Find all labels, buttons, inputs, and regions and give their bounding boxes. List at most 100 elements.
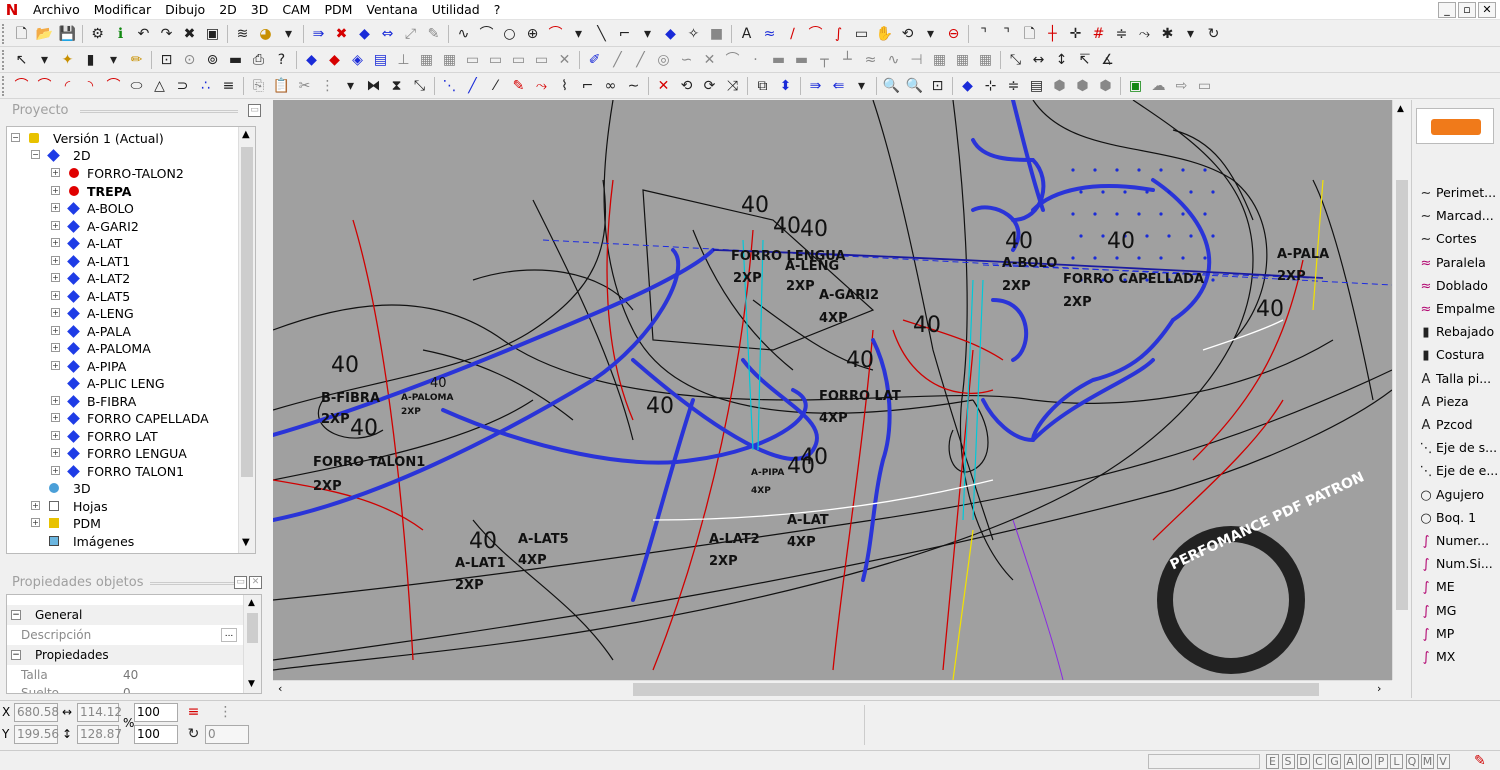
- needle-icon[interactable]: ✐: [583, 49, 606, 71]
- preview-thumbnail[interactable]: [1416, 108, 1494, 144]
- scroll-thumb[interactable]: [1396, 180, 1408, 610]
- angle-icon[interactable]: ∡: [1096, 49, 1119, 71]
- scissors-icon[interactable]: ✂: [293, 75, 316, 97]
- ruler-icon[interactable]: ⁄: [484, 75, 507, 97]
- tool-item[interactable]: ≈ Empalme: [1416, 298, 1500, 320]
- spline-icon[interactable]: ∿: [452, 23, 475, 45]
- cut-piece-icon[interactable]: ✖: [330, 23, 353, 45]
- property-descripcion[interactable]: Descripción ...: [7, 625, 243, 645]
- select-arrow-icon[interactable]: ↖: [10, 49, 33, 71]
- tool-item[interactable]: ∫ MP: [1416, 623, 1500, 645]
- status-flag[interactable]: M: [1421, 754, 1434, 769]
- bar2-icon[interactable]: ┴: [836, 49, 859, 71]
- round-corner-icon[interactable]: ◜: [56, 75, 79, 97]
- grid3-icon[interactable]: ▦: [928, 49, 951, 71]
- transform2-icon[interactable]: ⤨: [721, 75, 744, 97]
- tool-item[interactable]: ○ Boq. 1: [1416, 507, 1500, 529]
- canvas-horizontal-scrollbar[interactable]: ‹ ›: [273, 680, 1392, 698]
- fillet-tool-icon[interactable]: ⌒: [10, 75, 33, 97]
- frame-icon[interactable]: ▭: [461, 49, 484, 71]
- tool-item[interactable]: ∼ Marcad...: [1416, 205, 1500, 227]
- toolbar-grip[interactable]: [2, 49, 8, 70]
- scale-icon[interactable]: ⤢: [399, 23, 422, 45]
- snap-icon[interactable]: ✧: [682, 23, 705, 45]
- status-flag[interactable]: O: [1359, 754, 1372, 769]
- tangent-arc-icon[interactable]: ⌒: [102, 75, 125, 97]
- corner-icon[interactable]: ⌝: [972, 23, 995, 45]
- height-icon[interactable]: ↕: [1050, 49, 1073, 71]
- trim-icon[interactable]: ┼: [1041, 23, 1064, 45]
- expand-icon[interactable]: +: [51, 168, 60, 177]
- frame2-icon[interactable]: ▭: [484, 49, 507, 71]
- toolbar-grip[interactable]: [2, 23, 8, 44]
- up-down-icon[interactable]: ⬍: [774, 75, 797, 97]
- arrow-piece-icon[interactable]: ⇛: [804, 75, 827, 97]
- pen-icon[interactable]: ∕: [781, 23, 804, 45]
- rotate-icon[interactable]: ↻: [182, 723, 205, 745]
- seam-tool-icon[interactable]: ⤳: [530, 75, 553, 97]
- wave2-icon[interactable]: ≈: [859, 49, 882, 71]
- dropdown-arrow-icon[interactable]: ▾: [567, 23, 590, 45]
- dash2-icon[interactable]: ▬: [790, 49, 813, 71]
- ellipsis-button[interactable]: ...: [221, 628, 237, 642]
- dropdown-arrow-icon[interactable]: ▾: [850, 75, 873, 97]
- scroll-left-icon[interactable]: ‹: [278, 682, 282, 695]
- layers-icon[interactable]: ≋: [231, 23, 254, 45]
- flip-v-icon[interactable]: ⧗: [385, 75, 408, 97]
- status-flag[interactable]: V: [1436, 754, 1450, 769]
- menu-help[interactable]: ?: [487, 0, 508, 20]
- print-icon[interactable]: ⎙: [247, 49, 270, 71]
- menu-modificar[interactable]: Modificar: [87, 0, 158, 20]
- curve-red-icon[interactable]: ⌒: [544, 23, 567, 45]
- canvas-vertical-scrollbar[interactable]: ▲: [1392, 100, 1410, 680]
- palette-icon[interactable]: ◕: [254, 23, 277, 45]
- rotate-left-icon[interactable]: ⟲: [675, 75, 698, 97]
- panel-pin-icon[interactable]: ▭: [234, 576, 247, 589]
- expand-icon[interactable]: +: [51, 465, 60, 475]
- curve3-icon[interactable]: ∿: [882, 49, 905, 71]
- dash-icon[interactable]: ▬: [767, 49, 790, 71]
- frame4-icon[interactable]: ▭: [530, 49, 553, 71]
- refresh-icon[interactable]: ↻: [1202, 23, 1225, 45]
- menu-3d[interactable]: 3D: [244, 0, 276, 20]
- expand-icon[interactable]: +: [51, 343, 60, 352]
- dropdown-arrow-icon[interactable]: ▾: [33, 49, 56, 71]
- rectangle-icon[interactable]: ▭: [850, 23, 873, 45]
- bar-icon[interactable]: ┬: [813, 49, 836, 71]
- scroll-thumb[interactable]: [633, 683, 1319, 696]
- flip-h-icon[interactable]: ⧓: [362, 75, 385, 97]
- expand-icon[interactable]: +: [51, 430, 60, 440]
- help-icon[interactable]: ?: [270, 49, 293, 71]
- angle-field[interactable]: 0: [205, 725, 249, 744]
- loop-icon[interactable]: ∞: [599, 75, 622, 97]
- panel-icon[interactable]: ▤: [1025, 75, 1048, 97]
- scroll-up-icon[interactable]: ▲: [242, 129, 250, 140]
- duplicate-icon[interactable]: ⧉: [751, 75, 774, 97]
- expand-icon[interactable]: +: [51, 360, 60, 370]
- tool-item[interactable]: ▮ Costura: [1416, 344, 1500, 366]
- menu-dibujo[interactable]: Dibujo: [158, 0, 212, 20]
- copy-icon[interactable]: ⎘: [247, 75, 270, 97]
- status-flag[interactable]: G: [1328, 754, 1341, 769]
- piece-diamond-icon[interactable]: ◆: [353, 23, 376, 45]
- zoom-icon[interactable]: ⊚: [201, 49, 224, 71]
- expand-icon[interactable]: +: [31, 501, 40, 510]
- redo-icon[interactable]: ↷: [155, 23, 178, 45]
- expand-icon[interactable]: +: [31, 518, 40, 527]
- pattern-drawing[interactable]: 4040 40 40 4040404040404040404040FORRO LENG…: [273, 100, 1392, 680]
- chamfer-icon[interactable]: ⌒: [33, 75, 56, 97]
- dot-icon[interactable]: ·: [744, 49, 767, 71]
- export-icon[interactable]: ⇨: [1170, 75, 1193, 97]
- expand-icon[interactable]: +: [51, 203, 60, 212]
- tree-split-icon[interactable]: ⋮: [214, 701, 237, 723]
- height-field[interactable]: 128.87: [77, 725, 122, 744]
- zoom-out-icon[interactable]: 🔍: [903, 75, 926, 97]
- section-propiedades[interactable]: − Propiedades: [7, 645, 243, 665]
- dropdown-arrow-icon[interactable]: ▾: [636, 23, 659, 45]
- menu-cam[interactable]: CAM: [275, 0, 317, 20]
- red-pen-icon[interactable]: ✎: [507, 75, 530, 97]
- round-corner2-icon[interactable]: ◝: [79, 75, 102, 97]
- scroll-down-icon[interactable]: ▼: [248, 679, 255, 689]
- offset-icon[interactable]: ∫: [827, 23, 850, 45]
- grid2-icon[interactable]: ▦: [438, 49, 461, 71]
